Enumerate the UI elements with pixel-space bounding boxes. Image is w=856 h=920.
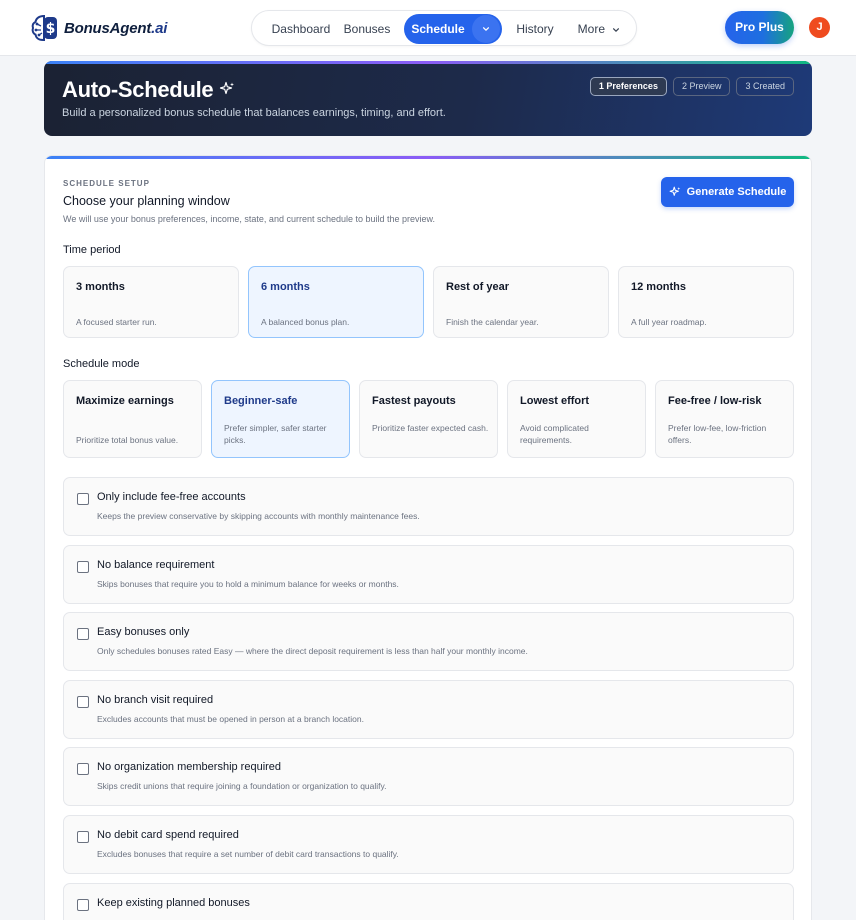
pro-plus-badge[interactable]: Pro Plus bbox=[725, 11, 794, 44]
filter-desc: Excludes accounts that must be opened in… bbox=[97, 714, 364, 724]
nav-schedule[interactable]: Schedule bbox=[404, 14, 472, 44]
nav-history[interactable]: History bbox=[510, 15, 560, 43]
period-option-desc: Finish the calendar year. bbox=[446, 317, 539, 327]
mode-option-lowest-effort[interactable]: Lowest effort Avoid complicated requirem… bbox=[507, 380, 646, 458]
mode-option-title: Fastest payouts bbox=[372, 395, 456, 407]
user-avatar[interactable]: J bbox=[809, 17, 830, 38]
step-created[interactable]: 3 Created bbox=[736, 77, 794, 96]
period-option-title: 12 months bbox=[631, 281, 687, 293]
filter-desc: Only schedules bonuses rated Easy — wher… bbox=[97, 646, 528, 656]
checkbox[interactable] bbox=[77, 696, 89, 708]
time-period-label: Time period bbox=[63, 244, 121, 256]
period-option-desc: A focused starter run. bbox=[76, 317, 157, 327]
period-option-12-months[interactable]: 12 months A full year roadmap. bbox=[618, 266, 794, 338]
schedule-dropdown-button[interactable] bbox=[472, 15, 500, 43]
step-preview[interactable]: 2 Preview bbox=[672, 77, 731, 96]
filter-title: No debit card spend required bbox=[97, 829, 239, 841]
filter-fee-free-accounts[interactable]: Only include fee-free accounts Keeps the… bbox=[63, 477, 794, 536]
nav-more-label: More bbox=[577, 22, 605, 36]
mode-option-title: Maximize earnings bbox=[76, 395, 174, 407]
filter-title: No balance requirement bbox=[97, 559, 215, 571]
period-option-title: Rest of year bbox=[446, 281, 509, 293]
filter-title: No branch visit required bbox=[97, 694, 214, 706]
main-nav: Dashboard Bonuses Schedule History More bbox=[251, 10, 637, 46]
filter-title: Easy bonuses only bbox=[97, 626, 190, 638]
filter-no-debit-card-spend[interactable]: No debit card spend required Excludes bo… bbox=[63, 815, 794, 874]
time-period-options: 3 months A focused starter run. 6 months… bbox=[63, 266, 794, 339]
setup-subtitle: We will use your bonus preferences, inco… bbox=[63, 214, 436, 224]
period-option-desc: A full year roadmap. bbox=[631, 317, 707, 327]
nav-dashboard[interactable]: Dashboard bbox=[260, 15, 342, 43]
period-option-rest-of-year[interactable]: Rest of year Finish the calendar year. bbox=[433, 266, 609, 338]
filter-no-organization-membership[interactable]: No organization membership required Skip… bbox=[63, 747, 794, 806]
period-option-desc: A balanced bonus plan. bbox=[261, 317, 350, 327]
filter-desc: Keeps the preview conservative by skippi… bbox=[97, 511, 420, 521]
filter-no-branch-visit[interactable]: No branch visit required Excludes accoun… bbox=[63, 680, 794, 739]
svg-text:$: $ bbox=[46, 21, 56, 37]
step-preferences[interactable]: 1 Preferences bbox=[589, 77, 667, 96]
period-option-title: 6 months bbox=[261, 281, 310, 293]
filter-desc: Skips credit unions that require joining… bbox=[97, 781, 387, 791]
top-navigation-bar: $ BonusAgent.ai Dashboard Bonuses Schedu… bbox=[0, 0, 856, 56]
filter-title: No organization membership required bbox=[97, 761, 282, 773]
brand-name: BonusAgent.ai bbox=[64, 19, 168, 37]
period-option-title: 3 months bbox=[76, 281, 125, 293]
filter-easy-bonuses-only[interactable]: Easy bonuses only Only schedules bonuses… bbox=[63, 612, 794, 671]
generate-schedule-button[interactable]: Generate Schedule bbox=[661, 177, 794, 207]
filter-title: Keep existing planned bonuses bbox=[97, 897, 250, 909]
wizard-steps: 1 Preferences 2 Preview 3 Created bbox=[589, 77, 794, 96]
filter-desc: Skips bonuses that require you to hold a… bbox=[97, 579, 399, 589]
checkbox[interactable] bbox=[77, 763, 89, 775]
sparkle-icon bbox=[219, 81, 234, 95]
filter-no-balance-requirement[interactable]: No balance requirement Skips bonuses tha… bbox=[63, 545, 794, 604]
checkbox[interactable] bbox=[77, 561, 89, 573]
checkbox[interactable] bbox=[77, 493, 89, 505]
mode-option-desc: Prioritize total bonus value. bbox=[76, 435, 179, 445]
mode-option-desc: Prefer low-fee, low-friction offers. bbox=[668, 423, 767, 445]
mode-option-desc: Prioritize faster expected cash. bbox=[372, 423, 489, 433]
schedule-mode-options: Maximize earnings Prioritize total bonus… bbox=[63, 380, 794, 459]
chevron-down-icon bbox=[613, 28, 620, 32]
section-eyebrow: SCHEDULE SETUP bbox=[63, 179, 150, 188]
mode-option-fastest-payouts[interactable]: Fastest payouts Prioritize faster expect… bbox=[359, 380, 498, 458]
mode-option-desc: Prefer simpler, safer starter picks. bbox=[224, 423, 327, 445]
mode-option-maximize-earnings[interactable]: Maximize earnings Prioritize total bonus… bbox=[63, 380, 202, 458]
chevron-down-icon bbox=[482, 27, 490, 31]
period-option-3-months[interactable]: 3 months A focused starter run. bbox=[63, 266, 239, 338]
mode-option-title: Beginner-safe bbox=[224, 395, 298, 407]
mode-option-title: Fee-free / low-risk bbox=[668, 395, 762, 407]
sparkle-icon bbox=[669, 186, 680, 196]
schedule-setup-card: SCHEDULE SETUP Choose your planning wind… bbox=[44, 155, 812, 920]
mode-option-fee-free-low-risk[interactable]: Fee-free / low-risk Prefer low-fee, low-… bbox=[655, 380, 794, 458]
brand[interactable]: $ BonusAgent.ai bbox=[30, 13, 167, 43]
checkbox[interactable] bbox=[77, 831, 89, 843]
filter-keep-existing-planned-bonuses[interactable]: Keep existing planned bonuses bbox=[63, 883, 794, 920]
schedule-mode-label: Schedule mode bbox=[63, 358, 140, 370]
generate-schedule-label: Generate Schedule bbox=[686, 186, 787, 198]
mode-option-desc: Avoid complicated requirements. bbox=[520, 423, 589, 445]
nav-more[interactable]: More bbox=[572, 15, 626, 43]
setup-title: Choose your planning window bbox=[63, 194, 230, 208]
page-title: Auto-Schedule bbox=[62, 77, 214, 102]
nav-bonuses[interactable]: Bonuses bbox=[340, 15, 394, 43]
mode-option-title: Lowest effort bbox=[520, 395, 590, 407]
mode-option-beginner-safe[interactable]: Beginner-safe Prefer simpler, safer star… bbox=[211, 380, 350, 458]
auto-schedule-hero: Auto-Schedule Build a personalized bonus… bbox=[44, 61, 812, 136]
period-option-6-months[interactable]: 6 months A balanced bonus plan. bbox=[248, 266, 424, 338]
nav-schedule-group: Schedule bbox=[404, 14, 502, 44]
filter-title: Only include fee-free accounts bbox=[97, 491, 246, 503]
checkbox[interactable] bbox=[77, 899, 89, 911]
filter-desc: Excludes bonuses that require a set numb… bbox=[97, 849, 399, 859]
page-subtitle: Build a personalized bonus schedule that… bbox=[62, 107, 446, 119]
checkbox[interactable] bbox=[77, 628, 89, 640]
brain-dollar-logo-icon: $ bbox=[31, 14, 57, 41]
